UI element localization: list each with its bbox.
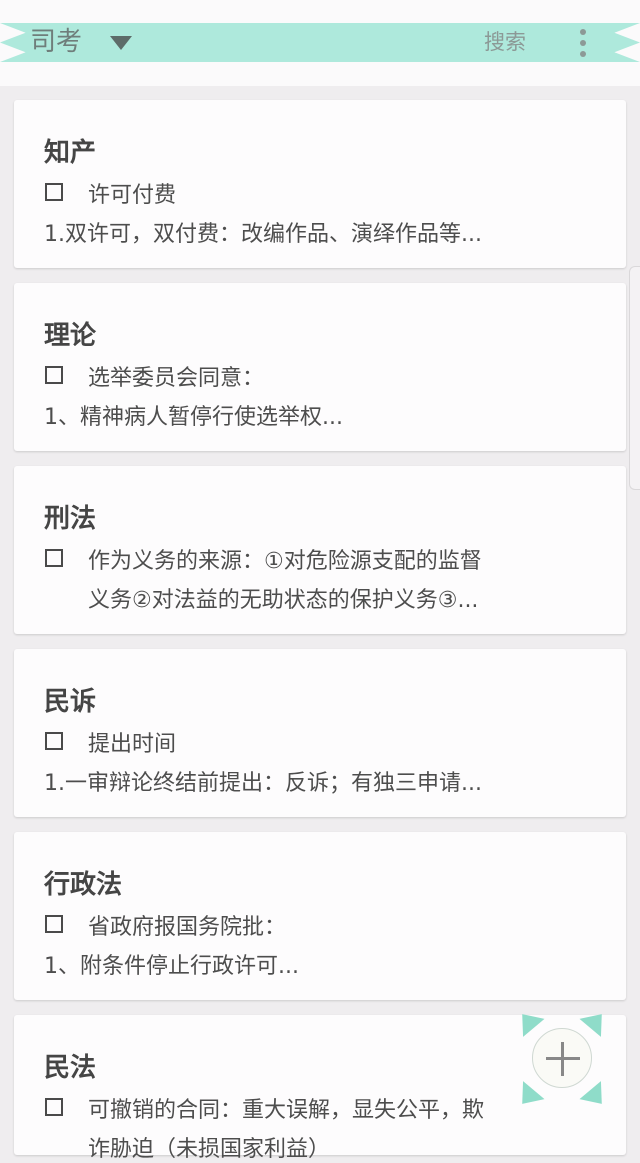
- add-note-fab[interactable]: [511, 1005, 613, 1113]
- note-card-theory[interactable]: 理论 选举委员会同意： 1、精神病人暂停行使选举权...: [14, 283, 626, 451]
- note-title: 民法: [44, 1053, 97, 1083]
- note-preview: 1、附条件停止行政许可...: [44, 954, 299, 979]
- notebook-title[interactable]: 司考: [30, 23, 82, 62]
- checkbox-item-text: 选举委员会同意：: [88, 366, 265, 391]
- note-title: 行政法: [44, 870, 123, 900]
- checkbox-icon[interactable]: [45, 1098, 63, 1116]
- note-preview: 义务②对法益的无助状态的保护义务③...: [88, 588, 479, 613]
- checkbox-icon[interactable]: [45, 915, 63, 933]
- note-preview: 诈胁迫（未损国家利益）: [88, 1137, 331, 1162]
- checkbox-item-text: 可撤销的合同：重大误解，显失公平，欺: [88, 1098, 485, 1123]
- note-preview: 1.一审辩论终结前提出：反诉；有独三申请...: [44, 771, 482, 796]
- checkbox-icon[interactable]: [45, 732, 63, 750]
- checkbox-item-text: 提出时间: [88, 732, 177, 757]
- dropdown-caret-icon[interactable]: [110, 36, 132, 50]
- search-button[interactable]: 搜索: [484, 23, 526, 62]
- plus-icon[interactable]: [532, 1028, 592, 1088]
- note-card-ip[interactable]: 知产 许可付费 1.双许可，双付费：改编作品、演绎作品等...: [14, 100, 626, 268]
- scroll-handle[interactable]: [629, 266, 640, 490]
- checkbox-item-text: 许可付费: [88, 183, 177, 208]
- checkbox-icon[interactable]: [45, 549, 63, 567]
- checkbox-icon[interactable]: [45, 366, 63, 384]
- more-vert-icon[interactable]: [574, 27, 592, 59]
- note-title: 刑法: [44, 504, 97, 534]
- checkbox-item-text: 作为义务的来源：①对危险源支配的监督: [88, 549, 482, 574]
- top-bar: 司考 搜索: [0, 0, 640, 86]
- note-card-criminal[interactable]: 刑法 作为义务的来源：①对危险源支配的监督 义务②对法益的无助状态的保护义务③.…: [14, 466, 626, 634]
- checkbox-icon[interactable]: [45, 183, 63, 201]
- note-card-civil-procedure[interactable]: 民诉 提出时间 1.一审辩论终结前提出：反诉；有独三申请...: [14, 649, 626, 817]
- checkbox-item-text: 省政府报国务院批：: [88, 915, 287, 940]
- fab-decoration: [511, 1005, 545, 1037]
- header-ribbon: [0, 23, 640, 62]
- fab-decoration: [579, 1005, 613, 1037]
- note-title: 知产: [44, 138, 97, 168]
- note-title: 理论: [44, 321, 97, 351]
- note-card-administrative[interactable]: 行政法 省政府报国务院批： 1、附条件停止行政许可...: [14, 832, 626, 1000]
- note-preview: 1、精神病人暂停行使选举权...: [44, 405, 343, 430]
- note-preview: 1.双许可，双付费：改编作品、演绎作品等...: [44, 222, 482, 247]
- note-title: 民诉: [44, 687, 97, 717]
